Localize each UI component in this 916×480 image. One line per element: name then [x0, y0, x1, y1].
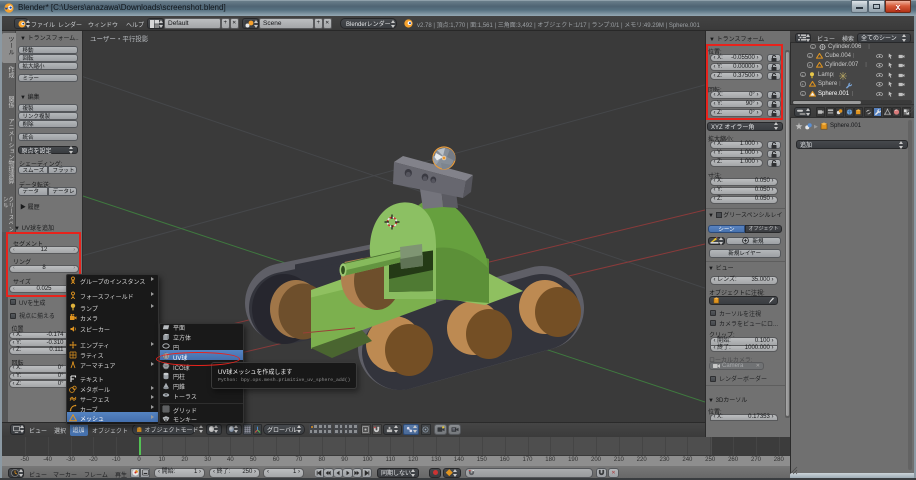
svg-text:ユーザー・平行投影: ユーザー・平行投影	[90, 34, 149, 43]
